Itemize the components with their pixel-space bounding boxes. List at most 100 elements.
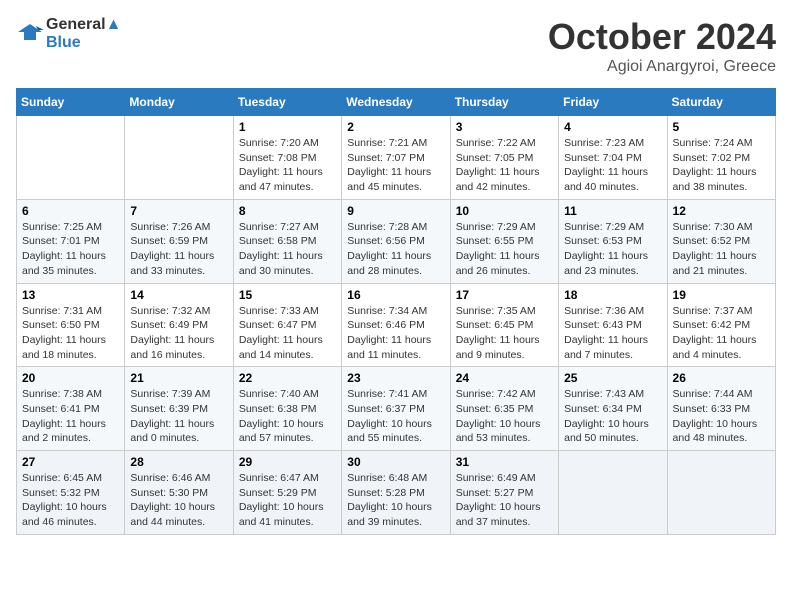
day-number: 21 [130,371,227,385]
day-info: Sunrise: 6:47 AM Sunset: 5:29 PM Dayligh… [239,471,336,530]
day-number: 16 [347,288,444,302]
month-title: October 2024 [548,16,776,58]
day-number: 6 [22,204,119,218]
day-number: 29 [239,455,336,469]
calendar-cell: 16 Sunrise: 7:34 AM Sunset: 6:46 PM Dayli… [342,283,450,367]
day-info: Sunrise: 7:40 AM Sunset: 6:38 PM Dayligh… [239,387,336,446]
calendar-cell: 24 Sunrise: 7:42 AM Sunset: 6:35 PM Dayli… [450,367,558,451]
day-number: 27 [22,455,119,469]
day-number: 26 [673,371,770,385]
day-info: Sunrise: 7:36 AM Sunset: 6:43 PM Dayligh… [564,304,661,363]
day-info: Sunrise: 7:35 AM Sunset: 6:45 PM Dayligh… [456,304,553,363]
day-info: Sunrise: 6:45 AM Sunset: 5:32 PM Dayligh… [22,471,119,530]
day-number: 13 [22,288,119,302]
day-number: 15 [239,288,336,302]
weekday-header-monday: Monday [125,89,233,116]
day-number: 11 [564,204,661,218]
calendar-cell: 3 Sunrise: 7:22 AM Sunset: 7:05 PM Daylig… [450,116,558,200]
calendar-cell: 29 Sunrise: 6:47 AM Sunset: 5:29 PM Dayli… [233,451,341,535]
calendar-cell: 12 Sunrise: 7:30 AM Sunset: 6:52 PM Dayli… [667,199,775,283]
weekday-header-saturday: Saturday [667,89,775,116]
calendar-cell: 6 Sunrise: 7:25 AM Sunset: 7:01 PM Daylig… [17,199,125,283]
day-info: Sunrise: 7:33 AM Sunset: 6:47 PM Dayligh… [239,304,336,363]
day-info: Sunrise: 7:25 AM Sunset: 7:01 PM Dayligh… [22,220,119,279]
day-info: Sunrise: 7:37 AM Sunset: 6:42 PM Dayligh… [673,304,770,363]
calendar-cell: 22 Sunrise: 7:40 AM Sunset: 6:38 PM Dayli… [233,367,341,451]
logo-icon [16,20,44,48]
day-info: Sunrise: 7:23 AM Sunset: 7:04 PM Dayligh… [564,136,661,195]
calendar-cell [17,116,125,200]
day-number: 3 [456,120,553,134]
calendar-cell [125,116,233,200]
day-info: Sunrise: 7:30 AM Sunset: 6:52 PM Dayligh… [673,220,770,279]
day-info: Sunrise: 6:49 AM Sunset: 5:27 PM Dayligh… [456,471,553,530]
calendar-cell: 5Sunrise: 7:24 AM Sunset: 7:02 PM Daylig… [667,116,775,200]
day-number: 12 [673,204,770,218]
weekday-header-friday: Friday [559,89,667,116]
calendar-cell: 19 Sunrise: 7:37 AM Sunset: 6:42 PM Dayli… [667,283,775,367]
calendar-cell: 1 Sunrise: 7:20 AM Sunset: 7:08 PM Daylig… [233,116,341,200]
weekday-header-wednesday: Wednesday [342,89,450,116]
day-info: Sunrise: 7:20 AM Sunset: 7:08 PM Dayligh… [239,136,336,195]
calendar-cell: 26Sunrise: 7:44 AM Sunset: 6:33 PM Dayli… [667,367,775,451]
day-number: 7 [130,204,227,218]
calendar-cell: 13 Sunrise: 7:31 AM Sunset: 6:50 PM Dayli… [17,283,125,367]
day-info: Sunrise: 7:42 AM Sunset: 6:35 PM Dayligh… [456,387,553,446]
day-number: 10 [456,204,553,218]
calendar-cell: 9Sunrise: 7:28 AM Sunset: 6:56 PM Daylig… [342,199,450,283]
day-number: 1 [239,120,336,134]
calendar-cell [667,451,775,535]
day-number: 23 [347,371,444,385]
weekday-header-thursday: Thursday [450,89,558,116]
day-info: Sunrise: 7:34 AM Sunset: 6:46 PM Dayligh… [347,304,444,363]
day-number: 5 [673,120,770,134]
calendar-week-row: 20Sunrise: 7:38 AM Sunset: 6:41 PM Dayli… [17,367,776,451]
day-number: 9 [347,204,444,218]
weekday-header-tuesday: Tuesday [233,89,341,116]
day-number: 25 [564,371,661,385]
day-info: Sunrise: 7:21 AM Sunset: 7:07 PM Dayligh… [347,136,444,195]
calendar-cell: 10 Sunrise: 7:29 AM Sunset: 6:55 PM Dayli… [450,199,558,283]
day-number: 22 [239,371,336,385]
day-info: Sunrise: 7:31 AM Sunset: 6:50 PM Dayligh… [22,304,119,363]
day-info: Sunrise: 7:29 AM Sunset: 6:55 PM Dayligh… [456,220,553,279]
logo-text: General▲ Blue [46,16,121,52]
calendar-week-row: 13 Sunrise: 7:31 AM Sunset: 6:50 PM Dayli… [17,283,776,367]
day-number: 19 [673,288,770,302]
calendar-cell: 31Sunrise: 6:49 AM Sunset: 5:27 PM Dayli… [450,451,558,535]
calendar-week-row: 27 Sunrise: 6:45 AM Sunset: 5:32 PM Dayli… [17,451,776,535]
page-header: General▲ Blue October 2024 Agioi Anargyr… [16,16,776,76]
calendar-cell: 4 Sunrise: 7:23 AM Sunset: 7:04 PM Daylig… [559,116,667,200]
calendar-week-row: 1 Sunrise: 7:20 AM Sunset: 7:08 PM Daylig… [17,116,776,200]
calendar-cell: 28 Sunrise: 6:46 AM Sunset: 5:30 PM Dayli… [125,451,233,535]
day-number: 4 [564,120,661,134]
calendar-cell: 30Sunrise: 6:48 AM Sunset: 5:28 PM Dayli… [342,451,450,535]
day-number: 8 [239,204,336,218]
calendar-cell [559,451,667,535]
day-info: Sunrise: 6:46 AM Sunset: 5:30 PM Dayligh… [130,471,227,530]
calendar-table: SundayMondayTuesdayWednesdayThursdayFrid… [16,88,776,535]
calendar-cell: 27 Sunrise: 6:45 AM Sunset: 5:32 PM Dayli… [17,451,125,535]
logo: General▲ Blue [16,16,121,52]
day-info: Sunrise: 7:27 AM Sunset: 6:58 PM Dayligh… [239,220,336,279]
day-info: Sunrise: 7:38 AM Sunset: 6:41 PM Dayligh… [22,387,119,446]
day-number: 28 [130,455,227,469]
calendar-cell: 20Sunrise: 7:38 AM Sunset: 6:41 PM Dayli… [17,367,125,451]
day-number: 2 [347,120,444,134]
day-number: 24 [456,371,553,385]
calendar-cell: 11 Sunrise: 7:29 AM Sunset: 6:53 PM Dayli… [559,199,667,283]
calendar-cell: 15 Sunrise: 7:33 AM Sunset: 6:47 PM Dayli… [233,283,341,367]
calendar-cell: 18Sunrise: 7:36 AM Sunset: 6:43 PM Dayli… [559,283,667,367]
day-info: Sunrise: 6:48 AM Sunset: 5:28 PM Dayligh… [347,471,444,530]
calendar-cell: 25 Sunrise: 7:43 AM Sunset: 6:34 PM Dayli… [559,367,667,451]
calendar-cell: 7 Sunrise: 7:26 AM Sunset: 6:59 PM Daylig… [125,199,233,283]
day-number: 14 [130,288,227,302]
day-info: Sunrise: 7:43 AM Sunset: 6:34 PM Dayligh… [564,387,661,446]
weekday-header-sunday: Sunday [17,89,125,116]
day-info: Sunrise: 7:22 AM Sunset: 7:05 PM Dayligh… [456,136,553,195]
calendar-cell: 2 Sunrise: 7:21 AM Sunset: 7:07 PM Daylig… [342,116,450,200]
calendar-cell: 8 Sunrise: 7:27 AM Sunset: 6:58 PM Daylig… [233,199,341,283]
day-info: Sunrise: 7:29 AM Sunset: 6:53 PM Dayligh… [564,220,661,279]
day-info: Sunrise: 7:26 AM Sunset: 6:59 PM Dayligh… [130,220,227,279]
calendar-cell: 21Sunrise: 7:39 AM Sunset: 6:39 PM Dayli… [125,367,233,451]
